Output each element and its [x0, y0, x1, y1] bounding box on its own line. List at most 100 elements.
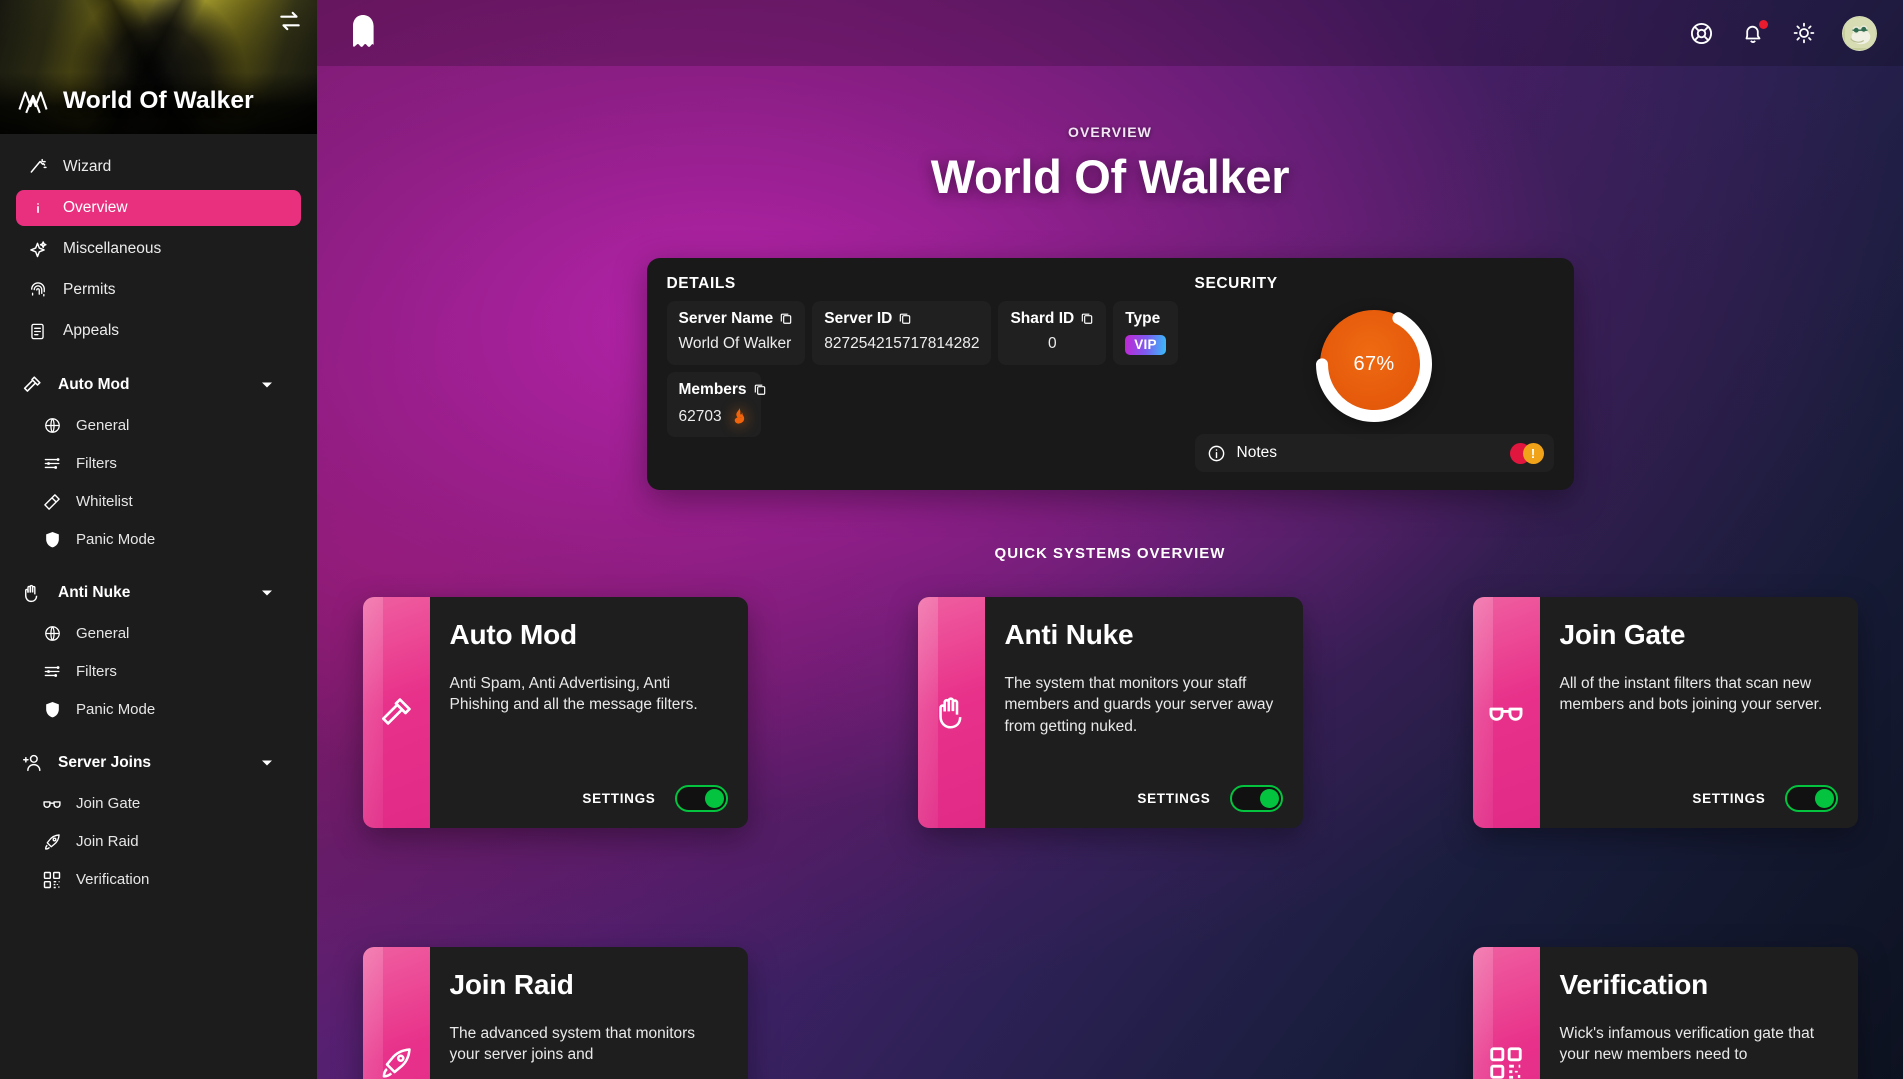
sidebar-group-label: Server Joins — [58, 754, 151, 772]
system-card-verification[interactable]: Verification Wick's infamous verificatio… — [1473, 947, 1858, 1079]
sidebar-item-antinuke-panic-mode[interactable]: Panic Mode — [16, 692, 301, 727]
notes-left: Notes — [1207, 444, 1278, 463]
sidebar-subitem-label: General — [76, 625, 129, 642]
rocket-icon — [377, 1044, 415, 1079]
copy-icon[interactable] — [779, 311, 793, 325]
bell-icon[interactable] — [1740, 21, 1765, 46]
lifebuoy-icon[interactable] — [1689, 21, 1714, 46]
card-description: The system that monitors your staff memb… — [1005, 673, 1283, 785]
copy-icon[interactable] — [1080, 311, 1094, 325]
sidebar-group-auto-mod[interactable]: Auto Mod — [16, 365, 301, 405]
quick-systems-label: QUICK SYSTEMS OVERVIEW — [317, 545, 1903, 562]
flame-icon — [730, 406, 749, 427]
hammer-icon — [20, 374, 43, 397]
chevron-down-icon[interactable] — [261, 754, 273, 772]
sidebar-item-automod-whitelist[interactable]: Whitelist — [16, 484, 301, 519]
top-bar — [317, 0, 1903, 66]
sidebar-subitem-label: Panic Mode — [76, 531, 155, 548]
main-content: OVERVIEW World Of Walker DETAILS Server … — [317, 0, 1903, 1079]
notes-bar[interactable]: Notes ! — [1195, 434, 1554, 472]
system-card-join-raid[interactable]: Join Raid The advanced system that monit… — [363, 947, 748, 1079]
settings-button[interactable]: SETTINGS — [1692, 791, 1765, 806]
card-footer: SETTINGS — [1005, 785, 1283, 812]
sidebar-group-anti-nuke[interactable]: Anti Nuke — [16, 573, 301, 613]
sidebar-subitem-label: Join Raid — [76, 833, 139, 850]
badge-warning[interactable]: ! — [1523, 443, 1544, 464]
sidebar-item-permits[interactable]: Permits — [16, 272, 301, 308]
sidebar-item-miscellaneous[interactable]: Miscellaneous — [16, 231, 301, 267]
system-card-auto-mod[interactable]: Auto Mod Anti Spam, Anti Advertising, An… — [363, 597, 748, 828]
sliders-icon — [42, 454, 62, 474]
wick-ghost-logo[interactable] — [347, 13, 379, 53]
enable-toggle[interactable] — [675, 785, 728, 812]
sidebar-group-server-joins[interactable]: Server Joins — [16, 743, 301, 783]
sidebar-subitem-label: Verification — [76, 871, 149, 888]
sidebar-item-overview[interactable]: Overview — [16, 190, 301, 226]
field-header: Members — [679, 381, 749, 399]
field-value-row: 62703 — [679, 406, 749, 427]
card-accent-strip — [363, 947, 430, 1079]
sun-icon[interactable] — [1791, 21, 1816, 46]
card-accent-strip — [918, 597, 985, 828]
enable-toggle[interactable] — [1785, 785, 1838, 812]
sidebar-item-antinuke-filters[interactable]: Filters — [16, 654, 301, 689]
copy-icon[interactable] — [898, 311, 912, 325]
sidebar-item-wizard[interactable]: Wizard — [16, 149, 301, 185]
card-body: Join Raid The advanced system that monit… — [430, 947, 748, 1079]
sidebar-item-label: Appeals — [63, 322, 119, 340]
walker-logo-icon — [16, 84, 50, 118]
sidebar-group-label: Anti Nuke — [58, 584, 130, 602]
sidebar-subitem-label: Whitelist — [76, 493, 133, 510]
ticket-icon — [42, 492, 62, 512]
glasses-icon — [42, 794, 62, 814]
qr-code-icon — [42, 870, 62, 890]
sidebar-item-appeals[interactable]: Appeals — [16, 313, 301, 349]
sidebar-item-verification[interactable]: Verification — [16, 862, 301, 897]
field-value-server-id: 827254215717814282 — [824, 335, 979, 353]
shield-icon — [42, 700, 62, 720]
card-title: Join Gate — [1560, 619, 1838, 651]
sidebar-item-automod-general[interactable]: General — [16, 408, 301, 443]
sidebar-item-automod-filters[interactable]: Filters — [16, 446, 301, 481]
field-label: Server Name — [679, 310, 774, 328]
user-avatar[interactable] — [1842, 16, 1877, 51]
card-footer: SETTINGS — [450, 785, 728, 812]
security-score: 67% — [1354, 353, 1395, 376]
card-accent-strip — [1473, 597, 1540, 828]
field-label: Server ID — [824, 310, 892, 328]
top-bar-left — [347, 13, 379, 53]
copy-icon[interactable] — [753, 382, 767, 396]
field-type: Type VIP — [1113, 301, 1178, 365]
settings-button[interactable]: SETTINGS — [582, 791, 655, 806]
field-label: Type — [1125, 310, 1160, 328]
chevron-down-icon[interactable] — [261, 376, 273, 394]
sidebar-item-automod-panic-mode[interactable]: Panic Mode — [16, 522, 301, 557]
server-banner: World Of Walker — [0, 0, 317, 134]
field-label: Members — [679, 381, 747, 399]
field-label: Shard ID — [1010, 310, 1074, 328]
enable-toggle[interactable] — [1230, 785, 1283, 812]
system-card-anti-nuke[interactable]: Anti Nuke The system that monitors your … — [918, 597, 1303, 828]
sidebar-subitem-label: Filters — [76, 663, 117, 680]
toggle-knob — [1260, 789, 1279, 808]
card-description: All of the instant filters that scan new… — [1560, 673, 1838, 785]
top-bar-right — [1689, 16, 1877, 51]
system-card-join-gate[interactable]: Join Gate All of the instant filters tha… — [1473, 597, 1858, 828]
chevron-down-icon[interactable] — [261, 584, 273, 602]
sidebar-item-label: Overview — [63, 199, 128, 217]
qr-code-icon — [1487, 1044, 1525, 1079]
page-title: World Of Walker — [317, 149, 1903, 204]
details-card: DETAILS Server Name Wo — [647, 258, 1574, 490]
details-section: DETAILS Server Name Wo — [317, 258, 1903, 490]
swap-arrows-icon[interactable] — [276, 7, 304, 35]
security-gauge-area: 67% — [1195, 301, 1554, 434]
sidebar-item-join-raid[interactable]: Join Raid — [16, 824, 301, 859]
card-body: Verification Wick's infamous verificatio… — [1540, 947, 1858, 1079]
sidebar-item-antinuke-general[interactable]: General — [16, 616, 301, 651]
sparkles-icon — [27, 239, 48, 260]
card-accent-strip — [1473, 947, 1540, 1079]
sidebar-subitem-label: General — [76, 417, 129, 434]
sidebar-item-join-gate[interactable]: Join Gate — [16, 786, 301, 821]
settings-button[interactable]: SETTINGS — [1137, 791, 1210, 806]
globe-icon — [42, 416, 62, 436]
